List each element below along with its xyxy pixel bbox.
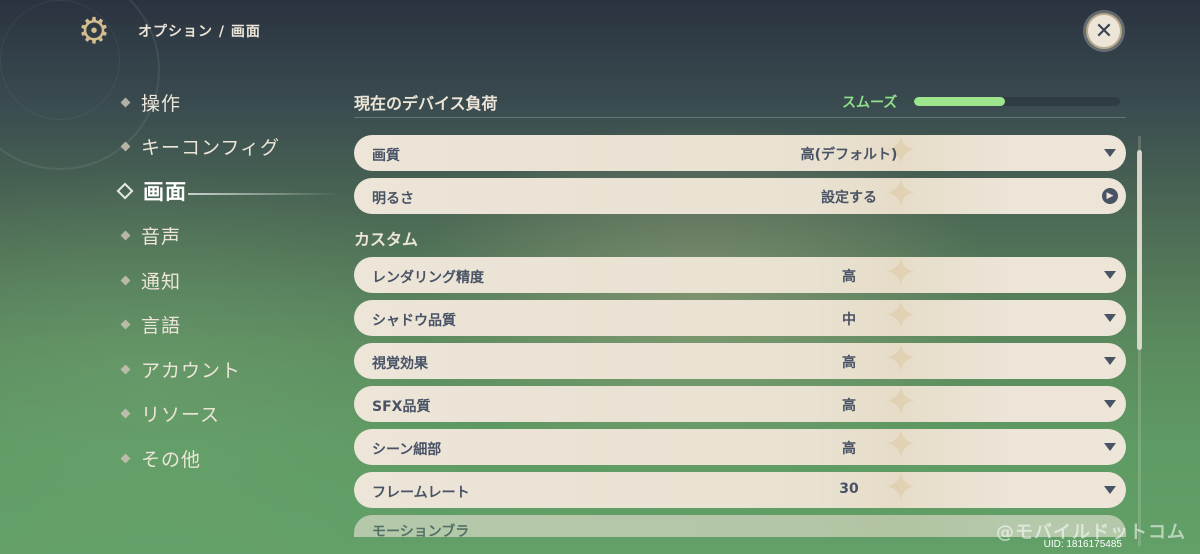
close-icon: ✕: [1094, 18, 1114, 44]
setting-value: 30: [839, 481, 859, 497]
chevron-down-icon[interactable]: [1104, 271, 1116, 279]
setting-row-sfx-quality[interactable]: ✦ SFX品質 高: [354, 382, 1126, 422]
sidebar-item-label: リソース: [141, 404, 221, 427]
setting-value: 高(デフォルト): [800, 147, 898, 163]
sidebar-item-resources[interactable]: リソース: [118, 392, 338, 437]
setting-label: 画質: [372, 148, 400, 164]
diamond-bullet-icon: [120, 275, 131, 286]
sidebar: 操作 キーコンフィグ 画面 音声 通知 言語 アカウント リソース その他: [116, 80, 338, 481]
setting-value: 高: [842, 269, 856, 285]
chevron-down-icon[interactable]: [1104, 486, 1116, 494]
breadcrumb: オプション / 画面: [138, 24, 261, 40]
setting-row-visual-effects[interactable]: ✦ 視覚効果 高: [354, 339, 1126, 379]
sidebar-item-controls[interactable]: 操作: [118, 80, 338, 125]
setting-row-render-resolution[interactable]: ✦ レンダリング精度 高: [354, 253, 1126, 293]
setting-value: 高: [842, 355, 856, 371]
close-button[interactable]: ✕: [1086, 13, 1122, 49]
diamond-bullet-icon: [120, 319, 131, 330]
gear-icon: ⚙: [77, 11, 111, 52]
header: ⚙ オプション / 画面 ✕: [0, 0, 1200, 62]
sidebar-item-other[interactable]: その他: [118, 436, 338, 481]
setting-value: 高: [842, 398, 856, 414]
setting-value: 中: [842, 312, 856, 328]
setting-label: シーン細部: [372, 442, 442, 458]
arrow-right-circle-icon[interactable]: ▶: [1102, 188, 1118, 204]
sidebar-item-graphics[interactable]: 画面: [116, 169, 338, 214]
setting-label: フレームレート: [372, 485, 470, 501]
settings-panel: 現在のデバイス負荷 スムーズ ✦ 画質 高(デフォルト) ✦ 明るさ 設定する …: [354, 84, 1126, 540]
setting-row-quality[interactable]: ✦ 画質 高(デフォルト): [354, 131, 1126, 171]
diamond-bullet-icon: [120, 230, 131, 241]
chevron-down-icon[interactable]: [1104, 314, 1116, 322]
setting-value: 高: [842, 441, 856, 457]
sidebar-item-label: 言語: [141, 315, 182, 338]
setting-row-shadow-quality[interactable]: ✦ シャドウ品質 中: [354, 296, 1126, 336]
setting-label: SFX品質: [372, 399, 431, 415]
sidebar-item-notifications[interactable]: 通知: [118, 258, 338, 303]
device-load-bar: [914, 97, 1120, 106]
setting-row-brightness[interactable]: ✦ 明るさ 設定する ▶: [354, 174, 1126, 214]
uid-label: UID: 1816175485: [1043, 539, 1122, 550]
sidebar-item-label: 通知: [141, 270, 182, 293]
diamond-bullet-icon: [120, 453, 131, 464]
sidebar-item-account[interactable]: アカウント: [118, 347, 338, 392]
setting-label: モーションブラ: [372, 524, 470, 540]
device-load-row: 現在のデバイス負荷 スムーズ: [354, 84, 1126, 118]
sidebar-item-label: 音声: [141, 226, 182, 249]
sidebar-item-label: 画面: [143, 180, 187, 205]
section-title-custom: カスタム: [354, 230, 419, 249]
sidebar-item-label: 操作: [141, 92, 182, 115]
chevron-down-icon[interactable]: [1104, 149, 1116, 157]
diamond-bullet-icon: [120, 97, 131, 108]
setting-label: レンダリング精度: [372, 270, 484, 286]
diamond-bullet-icon: [120, 141, 131, 152]
sidebar-item-label: その他: [141, 448, 202, 471]
setting-row-scene-detail[interactable]: ✦ シーン細部 高: [354, 425, 1126, 465]
scrollbar-thumb[interactable]: [1137, 150, 1142, 350]
sidebar-item-label: アカウント: [141, 359, 242, 382]
setting-value: 設定する: [821, 190, 877, 206]
setting-label: シャドウ品質: [372, 313, 456, 329]
setting-row-frame-rate[interactable]: ✦ フレームレート 30: [354, 468, 1126, 508]
diamond-bullet-icon: [120, 408, 131, 419]
device-load-status: スムーズ: [842, 95, 898, 111]
setting-label: 視覚効果: [372, 356, 428, 372]
diamond-selected-icon: [116, 182, 134, 200]
sidebar-item-audio[interactable]: 音声: [118, 214, 338, 259]
setting-label: 明るさ: [372, 191, 414, 207]
device-load-fill: [914, 97, 1005, 106]
chevron-down-icon[interactable]: [1104, 400, 1116, 408]
sidebar-item-language[interactable]: 言語: [118, 303, 338, 348]
device-load-title: 現在のデバイス負荷: [354, 94, 498, 113]
chevron-down-icon[interactable]: [1104, 357, 1116, 365]
diamond-bullet-icon: [120, 364, 131, 375]
sidebar-item-keyconfig[interactable]: キーコンフィグ: [118, 125, 338, 170]
chevron-down-icon[interactable]: [1104, 443, 1116, 451]
sidebar-item-label: キーコンフィグ: [141, 137, 281, 160]
